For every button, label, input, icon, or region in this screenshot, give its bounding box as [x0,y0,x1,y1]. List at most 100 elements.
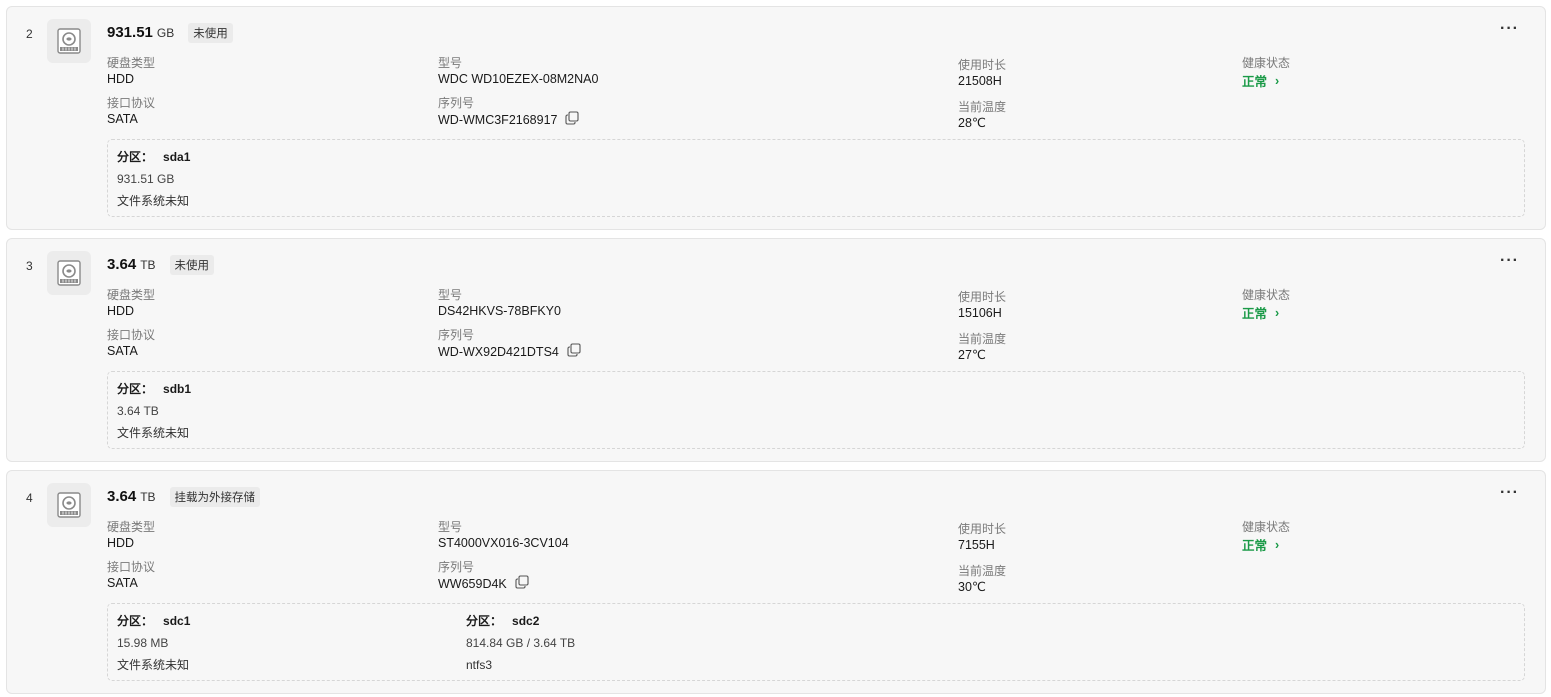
model-field: 型号 DS42HKVS-78BFKY0 [438,287,561,320]
model-label: 型号 [438,520,463,534]
disk-type-field: 硬盘类型 HDD [107,519,155,552]
health-field: 健康状态 正常 › [1242,519,1290,554]
serial-value: WW659D4K [438,577,507,591]
ellipsis-icon: ··· [1500,484,1519,501]
uptime-value: 21508H [958,74,1002,88]
serial-label: 序列号 [438,96,475,110]
disk-capacity: 3.64 TB 未使用 [107,255,215,275]
partition-size: 931.51 GB [117,172,175,186]
capacity-value: 3.64 [107,488,137,505]
ellipsis-icon: ··· [1500,252,1519,269]
interface-field: 接口协议 SATA [107,95,155,128]
hard-disk-icon [47,483,91,527]
interface-label: 接口协议 [107,560,156,574]
disk-capacity: 931.51 GB 未使用 [107,23,233,43]
capacity-unit: TB [140,258,156,272]
partition-item: 分区： sdc2 814.84 GB / 3.64 TB ntfs3 [466,613,575,673]
interface-field: 接口协议 SATA [107,559,155,592]
partition-filesystem: 文件系统未知 [117,658,190,672]
model-value: DS42HKVS-78BFKY0 [438,304,561,318]
uptime-field: 使用时长 21508H [958,57,1006,90]
disk-type-label: 硬盘类型 [107,288,156,302]
model-value: ST4000VX016-3CV104 [438,536,569,550]
health-label: 健康状态 [1242,288,1291,302]
serial-value: WD-WMC3F2168917 [438,113,558,127]
health-label: 健康状态 [1242,56,1291,70]
health-value: 正常 [1242,307,1268,321]
temperature-value: 27℃ [958,348,986,362]
interface-value: SATA [107,576,138,590]
health-value: 正常 [1242,539,1268,553]
copy-icon[interactable] [565,111,580,130]
partition-box: 分区： sdc1 15.98 MB 文件系统未知 分区： sdc2 814.84 G… [107,603,1525,681]
temperature-value: 30℃ [958,580,986,594]
uptime-label: 使用时长 [958,290,1007,304]
disk-card: 4 3.64 TB 挂载为外接存储 ··· 硬盘类型 HDD 型号 ST4000… [6,470,1546,694]
health-value: 正常 [1242,75,1268,89]
disk-index: 2 [26,27,33,41]
uptime-field: 使用时长 7155H [958,521,1006,554]
partition-size: 15.98 MB [117,636,169,650]
copy-icon[interactable] [515,575,529,594]
status-badge: 未使用 [188,23,233,43]
disk-card: 2 931.51 GB 未使用 ··· 硬盘类型 HDD 型号 WDC WD10… [6,6,1546,230]
partition-size: 814.84 GB / 3.64 TB [466,636,576,650]
uptime-value: 7155H [958,538,995,552]
temperature-label: 当前温度 [958,100,1007,114]
interface-label: 接口协议 [107,328,156,342]
temperature-label: 当前温度 [958,564,1007,578]
more-options-button[interactable]: ··· [1500,253,1519,269]
health-label: 健康状态 [1242,520,1291,534]
disk-index: 4 [26,491,33,505]
serial-value: WD-WX92D421DTS4 [438,345,559,359]
temperature-field: 当前温度 28℃ [958,99,1006,132]
model-value: WDC WD10EZEX-08M2NA0 [438,72,599,86]
health-status-link[interactable]: 正常 › [1242,303,1290,322]
hard-disk-icon [47,251,91,295]
partition-item: 分区： sda1 931.51 GB 文件系统未知 [117,149,190,209]
chevron-right-icon: › [1275,73,1280,88]
status-badge: 挂载为外接存储 [169,487,261,507]
partition-name: sdb1 [163,382,192,396]
interface-value: SATA [107,112,138,126]
interface-label: 接口协议 [107,96,156,110]
interface-value: SATA [107,344,138,358]
partition-box: 分区： sda1 931.51 GB 文件系统未知 [107,139,1525,217]
ellipsis-icon: ··· [1500,20,1519,37]
partition-name: sdc2 [512,614,540,628]
more-options-button[interactable]: ··· [1500,485,1519,501]
capacity-unit: GB [156,26,175,40]
partition-name: sda1 [163,150,191,164]
uptime-field: 使用时长 15106H [958,289,1006,322]
disk-type-value: HDD [107,536,135,550]
partition-prefix: 分区： [117,150,154,164]
disk-capacity: 3.64 TB 挂载为外接存储 [107,487,261,507]
partition-item: 分区： sdc1 15.98 MB 文件系统未知 [117,613,190,673]
uptime-label: 使用时长 [958,522,1007,536]
health-status-link[interactable]: 正常 › [1242,71,1290,90]
disk-index: 3 [26,259,33,273]
disk-type-field: 硬盘类型 HDD [107,287,155,320]
partition-item: 分区： sdb1 3.64 TB 文件系统未知 [117,381,191,441]
temperature-field: 当前温度 27℃ [958,331,1006,364]
more-options-button[interactable]: ··· [1500,21,1519,37]
interface-field: 接口协议 SATA [107,327,155,360]
health-status-link[interactable]: 正常 › [1242,535,1290,554]
temperature-field: 当前温度 30℃ [958,563,1006,596]
partition-box: 分区： sdb1 3.64 TB 文件系统未知 [107,371,1525,449]
capacity-unit: TB [140,490,156,504]
chevron-right-icon: › [1275,537,1280,552]
serial-field: 序列号 WD-WX92D421DTS4 [438,327,581,362]
capacity-value: 3.64 [107,256,137,273]
health-field: 健康状态 正常 › [1242,287,1290,322]
copy-icon[interactable] [567,343,581,362]
model-label: 型号 [438,56,463,70]
partition-filesystem: ntfs3 [466,658,493,672]
uptime-value: 15106H [958,306,1002,320]
serial-field: 序列号 WD-WMC3F2168917 [438,95,580,130]
model-field: 型号 WDC WD10EZEX-08M2NA0 [438,55,598,88]
disk-card: 3 3.64 TB 未使用 ··· 硬盘类型 HDD 型号 DS42HKVS-7… [6,238,1546,462]
hard-disk-icon [47,19,91,63]
serial-label: 序列号 [438,560,475,574]
model-field: 型号 ST4000VX016-3CV104 [438,519,569,552]
